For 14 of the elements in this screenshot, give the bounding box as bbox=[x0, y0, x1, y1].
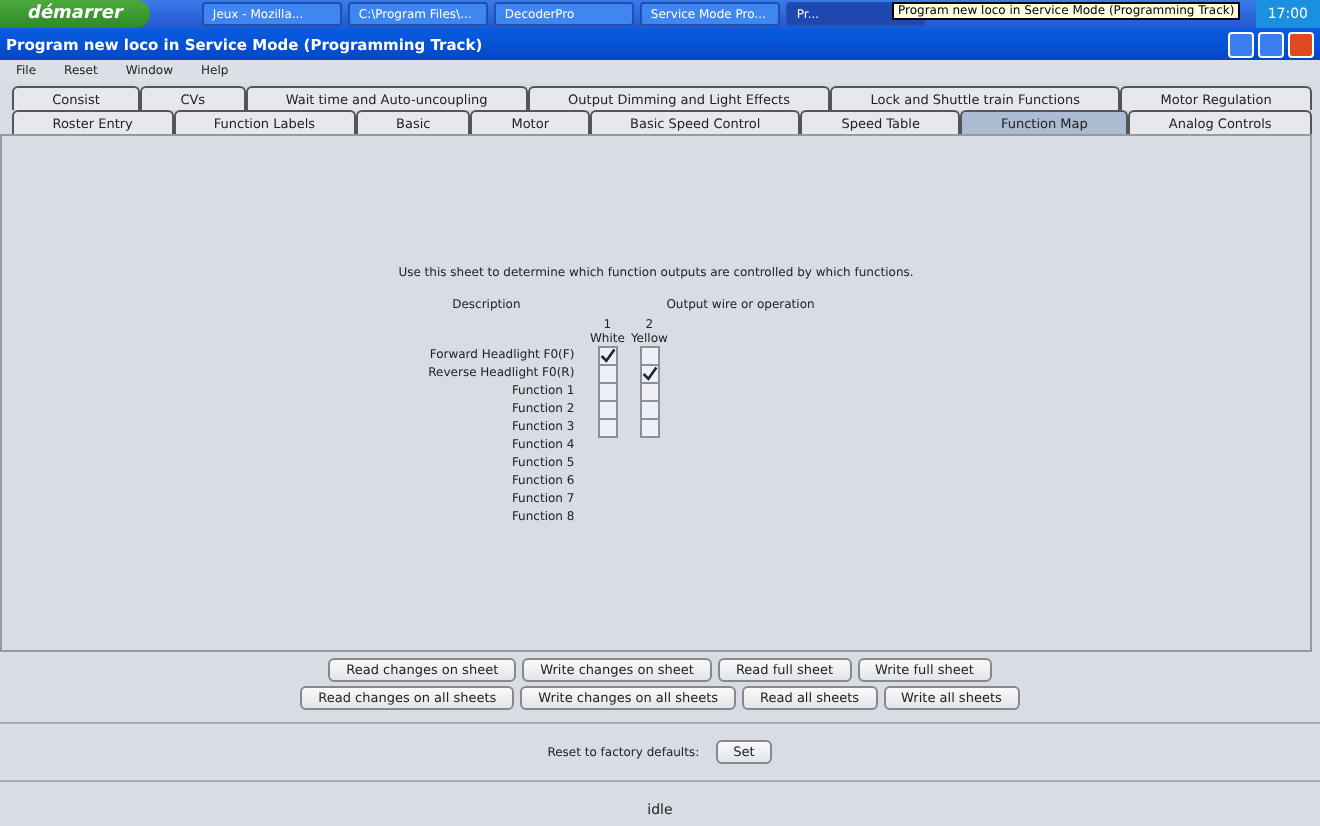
checkbox[interactable] bbox=[597, 345, 618, 365]
close-button[interactable] bbox=[1288, 31, 1314, 57]
checkbox[interactable] bbox=[639, 417, 660, 437]
maximize-button[interactable] bbox=[1258, 31, 1284, 57]
checkbox[interactable] bbox=[639, 363, 660, 383]
checkbox[interactable] bbox=[597, 417, 618, 437]
minimize-button[interactable] bbox=[1228, 31, 1254, 57]
checkbox[interactable] bbox=[597, 381, 618, 401]
start-button[interactable]: démarrer bbox=[0, 0, 151, 28]
checkbox[interactable] bbox=[639, 345, 660, 365]
checkbox[interactable] bbox=[639, 399, 660, 419]
checkbox[interactable] bbox=[639, 381, 660, 401]
checkbox[interactable] bbox=[597, 399, 618, 419]
checkbox[interactable] bbox=[597, 363, 618, 383]
